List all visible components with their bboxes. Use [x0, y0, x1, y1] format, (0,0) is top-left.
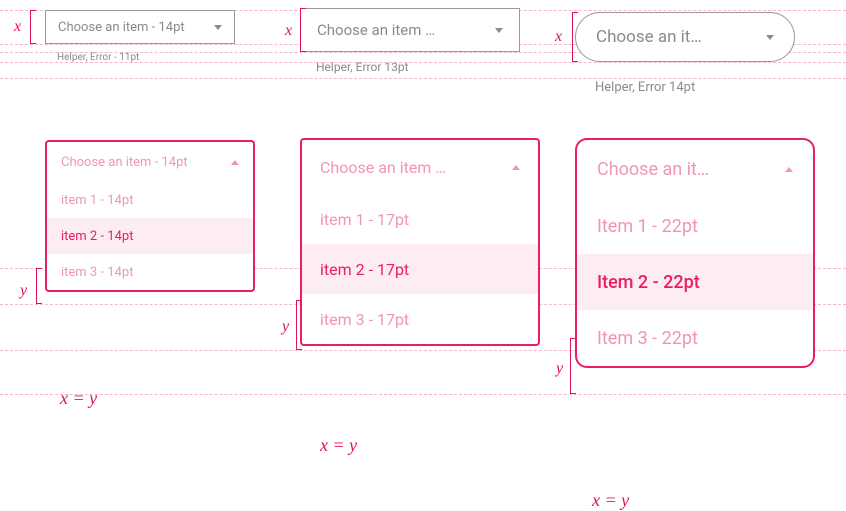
dim-label-y: y: [282, 318, 289, 336]
dropdown-closed-small-wrap: Choose an item - 14pt Helper, Error - 11…: [45, 10, 235, 63]
dropdown-open-header[interactable]: Choose an item - 14pt: [47, 142, 253, 182]
dropdown-closed-large[interactable]: Choose an it…: [575, 12, 795, 62]
dropdown-item[interactable]: item 1 - 17pt: [302, 194, 538, 244]
dim-label-x: x: [14, 18, 21, 36]
dim-label-x: x: [285, 22, 292, 40]
dropdown-placeholder: Choose an it…: [596, 27, 702, 47]
helper-text: Helper, Error 14pt: [595, 80, 795, 95]
dropdown-open-label: Choose an item - 14pt: [61, 155, 188, 170]
dropdown-open-medium: Choose an item … item 1 - 17pt item 2 - …: [300, 138, 540, 346]
dropdown-placeholder: Choose an item - 14pt: [58, 20, 185, 35]
dim-bracket: [36, 268, 42, 304]
dropdown-placeholder: Choose an item …: [317, 21, 435, 39]
dropdown-closed-medium[interactable]: Choose an item …: [300, 8, 520, 52]
dropdown-item-selected[interactable]: item 2 - 14pt: [47, 218, 253, 254]
dim-bracket: [300, 8, 306, 52]
dropdown-item[interactable]: item 3 - 14pt: [47, 254, 253, 290]
helper-text: Helper, Error - 11pt: [57, 52, 235, 63]
dim-bracket: [296, 300, 302, 350]
helper-text: Helper, Error 13pt: [316, 60, 520, 74]
dim-bracket: [572, 12, 578, 62]
dropdown-item-label: item 1 - 14pt: [61, 193, 133, 208]
dropdown-open-small: Choose an item - 14pt item 1 - 14pt item…: [45, 140, 255, 292]
dropdown-item-label: item 2 - 17pt: [320, 260, 409, 279]
dropdown-open-header[interactable]: Choose an item …: [302, 140, 538, 194]
guide-line: [0, 394, 846, 395]
dim-bracket: [570, 338, 576, 394]
dim-bracket: [30, 10, 36, 44]
dropdown-item-label: Item 2 - 22pt: [597, 272, 700, 293]
dropdown-closed-large-wrap: Choose an it… Helper, Error 14pt: [575, 12, 795, 95]
dropdown-open-large: Choose an it… Item 1 - 22pt Item 2 - 22p…: [575, 138, 815, 368]
dropdown-item-selected[interactable]: item 2 - 17pt: [302, 244, 538, 294]
chevron-down-icon: [495, 28, 503, 33]
dropdown-item[interactable]: item 1 - 14pt: [47, 182, 253, 218]
dropdown-item[interactable]: Item 3 - 22pt: [577, 310, 813, 366]
dropdown-item-selected[interactable]: Item 2 - 22pt: [577, 254, 813, 310]
dropdown-open-header[interactable]: Choose an it…: [577, 140, 813, 198]
dropdown-item-label: item 2 - 14pt: [61, 229, 133, 244]
dropdown-item-label: Item 1 - 22pt: [597, 216, 698, 237]
dropdown-item[interactable]: item 3 - 17pt: [302, 294, 538, 344]
dropdown-open-label: Choose an item …: [320, 158, 446, 177]
dropdown-item-label: item 3 - 14pt: [61, 265, 133, 280]
dropdown-closed-small[interactable]: Choose an item - 14pt: [45, 10, 235, 44]
dropdown-item[interactable]: Item 1 - 22pt: [577, 198, 813, 254]
chevron-up-icon: [512, 165, 520, 170]
dropdown-item-label: Item 3 - 22pt: [597, 328, 698, 349]
dim-label-y: y: [556, 360, 563, 378]
dropdown-open-label: Choose an it…: [597, 159, 709, 180]
dropdown-item-label: item 1 - 17pt: [320, 210, 409, 229]
dim-formula: x = y: [320, 435, 357, 456]
dropdown-item-label: item 3 - 17pt: [320, 310, 409, 329]
chevron-down-icon: [766, 35, 774, 40]
dim-label-y: y: [20, 282, 27, 300]
chevron-up-icon: [785, 167, 793, 172]
chevron-up-icon: [231, 160, 239, 165]
dim-formula: x = y: [60, 388, 97, 409]
chevron-down-icon: [214, 25, 222, 30]
dim-label-x: x: [555, 28, 562, 46]
dropdown-closed-medium-wrap: Choose an item … Helper, Error 13pt: [300, 8, 520, 74]
